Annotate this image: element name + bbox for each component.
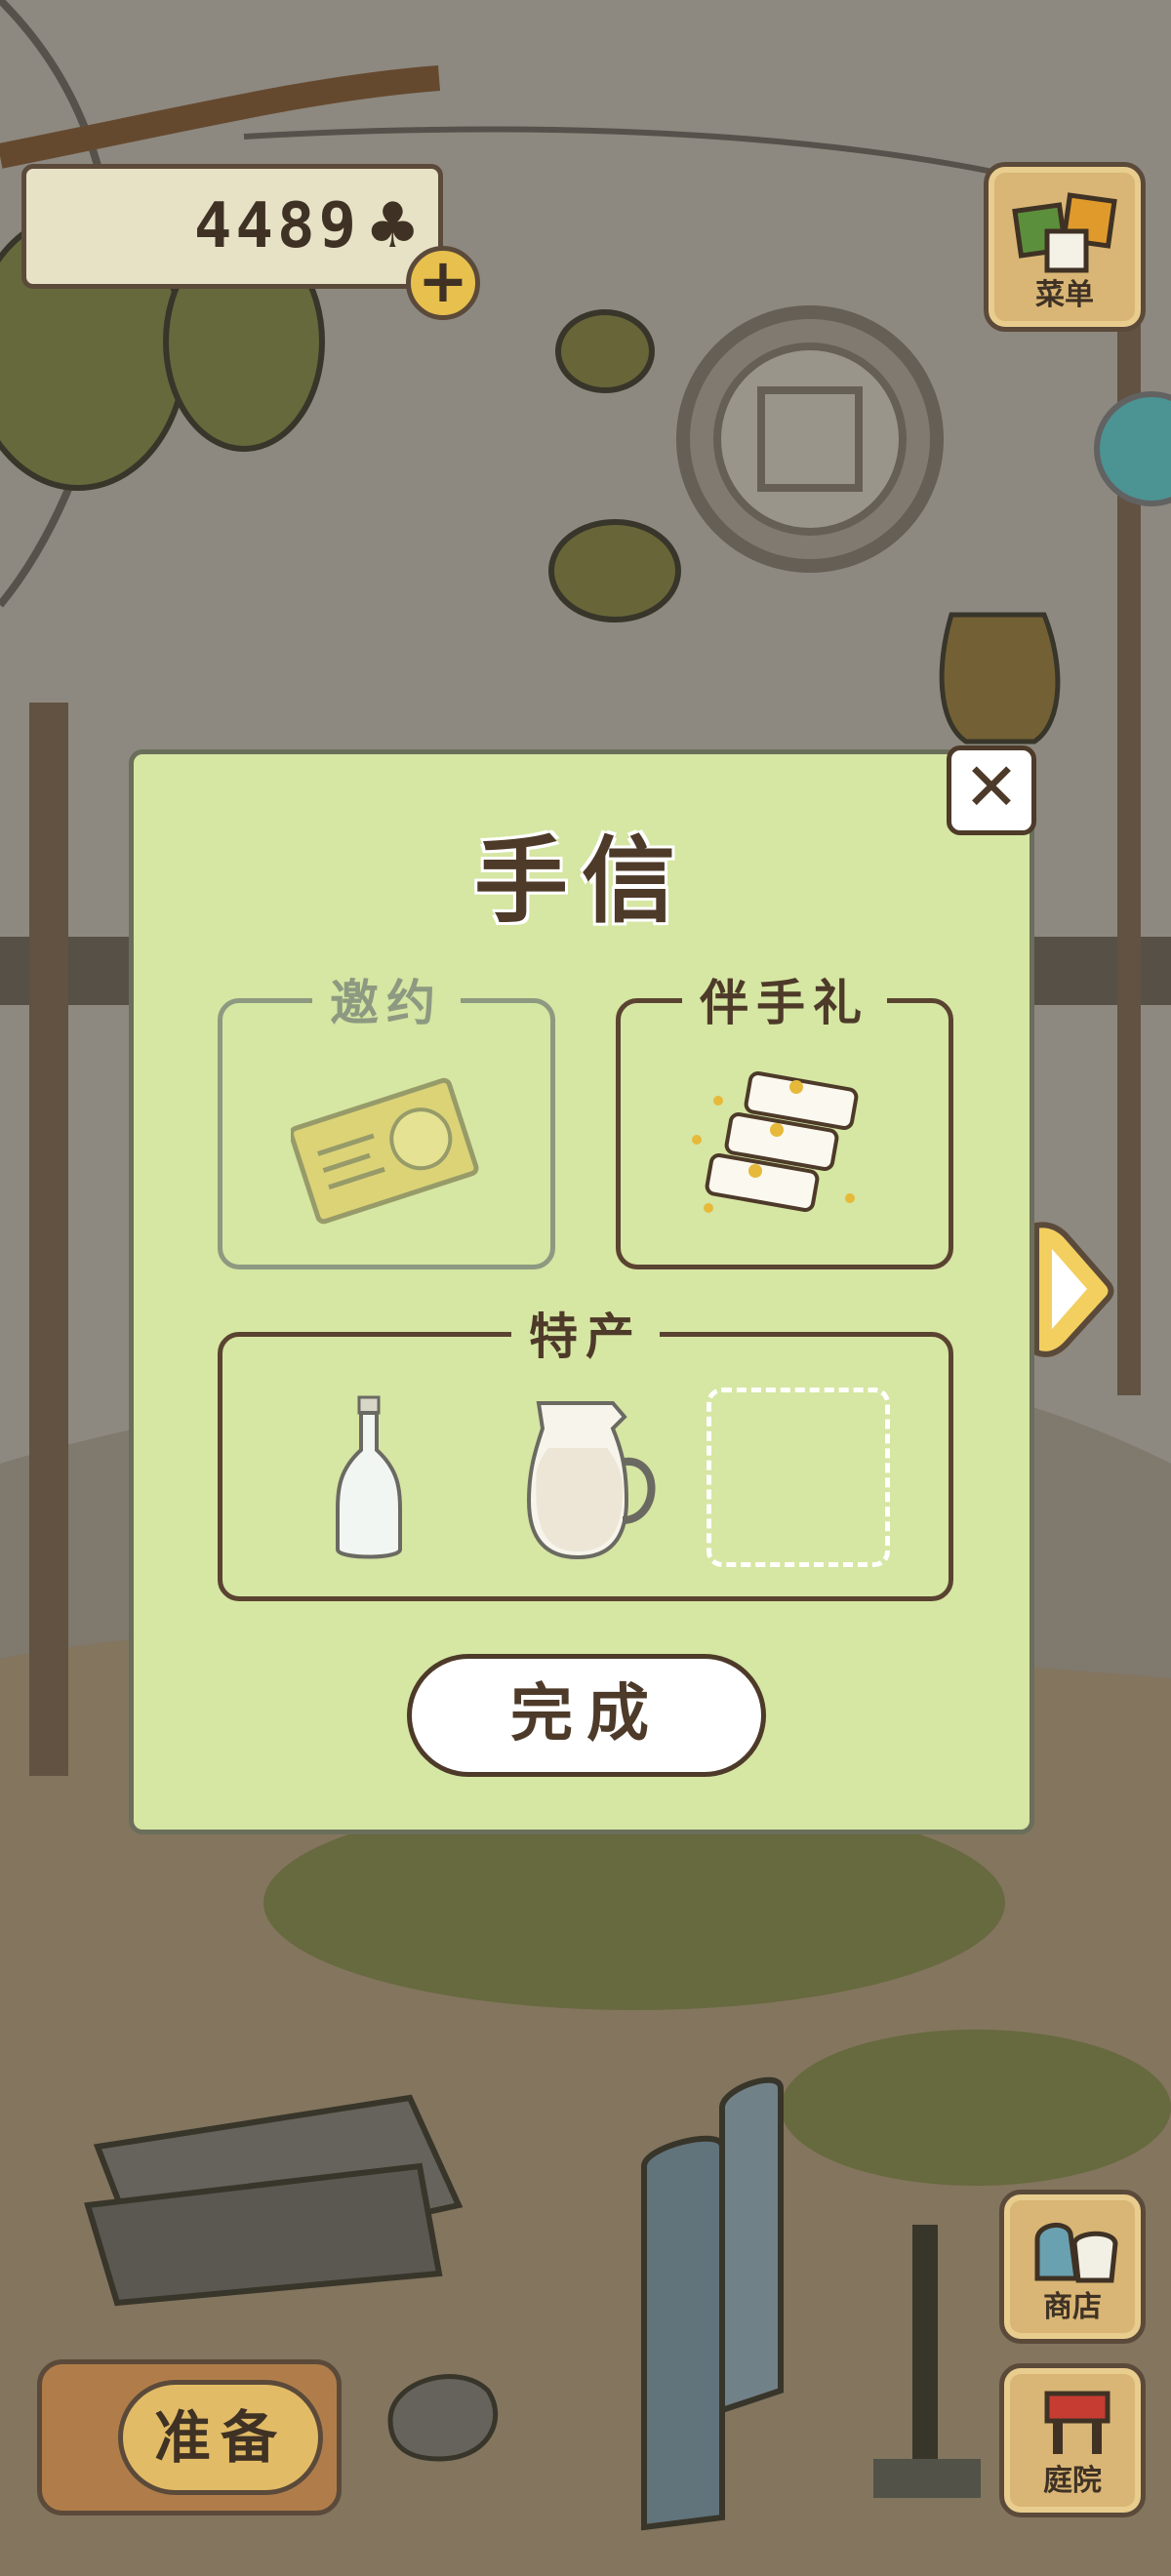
yard-label: 庭院 (1043, 2464, 1102, 2498)
shop-bag-icon (1034, 2223, 1118, 2283)
invite-label: 邀约 (312, 964, 461, 1034)
invite-slot[interactable]: 邀约 (218, 964, 555, 1269)
done-button[interactable]: 完成 (407, 1654, 766, 1777)
shop-label: 商店 (1043, 2290, 1102, 2324)
add-clover-button[interactable]: + (406, 246, 480, 320)
menu-label: 菜单 (1035, 278, 1094, 312)
yard-button[interactable]: 庭院 (999, 2363, 1146, 2517)
gift-label: 伴手礼 (682, 964, 887, 1034)
gift-slot[interactable]: 伴手礼 (616, 964, 953, 1269)
sponge-cake-icon (692, 1071, 859, 1213)
prepare-button[interactable]: 准备 (37, 2359, 342, 2516)
shop-button[interactable]: 商店 (999, 2190, 1146, 2344)
clover-icon: ♣ (364, 190, 421, 262)
specialty-label: 特产 (511, 1298, 660, 1368)
clover-count: 4489 (193, 190, 360, 262)
specialty-slot: 特产 (218, 1298, 953, 1601)
menu-button[interactable]: 菜单 (984, 162, 1146, 332)
prepare-label: 准备 (118, 2380, 323, 2495)
dialog-title: 手信 (474, 826, 689, 936)
glass-bottle-icon[interactable] (330, 1391, 408, 1567)
invitation-card-icon (291, 1077, 479, 1225)
souvenir-dialog: 手信 邀约 伴手礼 特产 完成 (129, 749, 1034, 1834)
empty-specialty-slot[interactable] (707, 1388, 890, 1567)
next-arrow-icon[interactable] (1027, 1216, 1114, 1362)
milk-jug-icon[interactable] (515, 1393, 662, 1569)
clover-counter: 4489 ♣ (21, 164, 443, 289)
close-button[interactable]: ✕ (947, 745, 1036, 835)
yard-gate-icon (1044, 2391, 1110, 2454)
